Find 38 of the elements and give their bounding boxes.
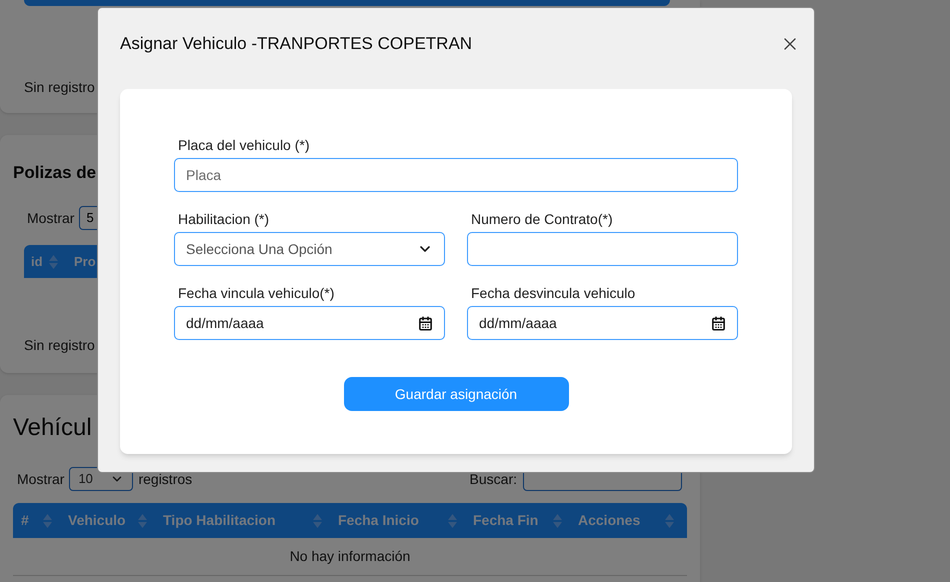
field-label: Placa del vehiculo (*): [177, 136, 311, 154]
records-label: registros: [138, 470, 192, 489]
column-header[interactable]: Tipo Habilitacion: [163, 510, 276, 531]
text-field[interactable]: Placa: [174, 158, 738, 192]
empty-message: Sin registro: [24, 79, 96, 95]
column-header[interactable]: Fecha Fin: [473, 510, 538, 531]
save-button[interactable]: Guardar asignación: [344, 377, 568, 411]
show-label: Mostrar: [27, 208, 74, 228]
text-field[interactable]: [467, 232, 738, 266]
show-label: Mostrar: [17, 470, 64, 488]
sort-icon: [448, 514, 457, 528]
sort-icon: [138, 514, 147, 528]
calendar-icon: [711, 316, 726, 330]
section-title: Vehícul: [13, 413, 92, 443]
date-field[interactable]: dd/mm/aaaa: [467, 306, 738, 340]
section-title: Polizas de: [13, 162, 96, 184]
sort-icon: [665, 514, 674, 528]
field-label: Numero de Contrato(*): [470, 210, 614, 228]
select-field[interactable]: Selecciona Una Opción: [174, 232, 445, 266]
modal-title: Asignar Vehiculo -TRANPORTES COPETRAN: [120, 33, 472, 56]
column-header[interactable]: #: [21, 510, 29, 531]
sort-icon: [313, 514, 322, 528]
column-header[interactable]: Vehiculo: [68, 510, 126, 531]
column-header[interactable]: Acciones: [578, 510, 640, 531]
empty-message: No hay información: [290, 547, 410, 566]
field-label: Habilitacion (*): [177, 210, 270, 228]
sort-icon: [48, 254, 58, 268]
date-field[interactable]: dd/mm/aaaa: [174, 306, 445, 340]
column-header[interactable]: Pro: [74, 252, 96, 272]
sort-icon: [43, 514, 52, 528]
field-label: Fecha vincula vehiculo(*): [177, 284, 336, 302]
field-label: Fecha desvincula vehiculo: [470, 284, 636, 302]
calendar-icon: [418, 316, 433, 330]
search-label: Buscar:: [470, 470, 517, 488]
column-header[interactable]: id: [31, 252, 43, 272]
sort-icon: [553, 514, 562, 528]
column-header[interactable]: Fecha Inicio: [338, 510, 419, 531]
empty-message: Sin registro: [24, 337, 96, 353]
